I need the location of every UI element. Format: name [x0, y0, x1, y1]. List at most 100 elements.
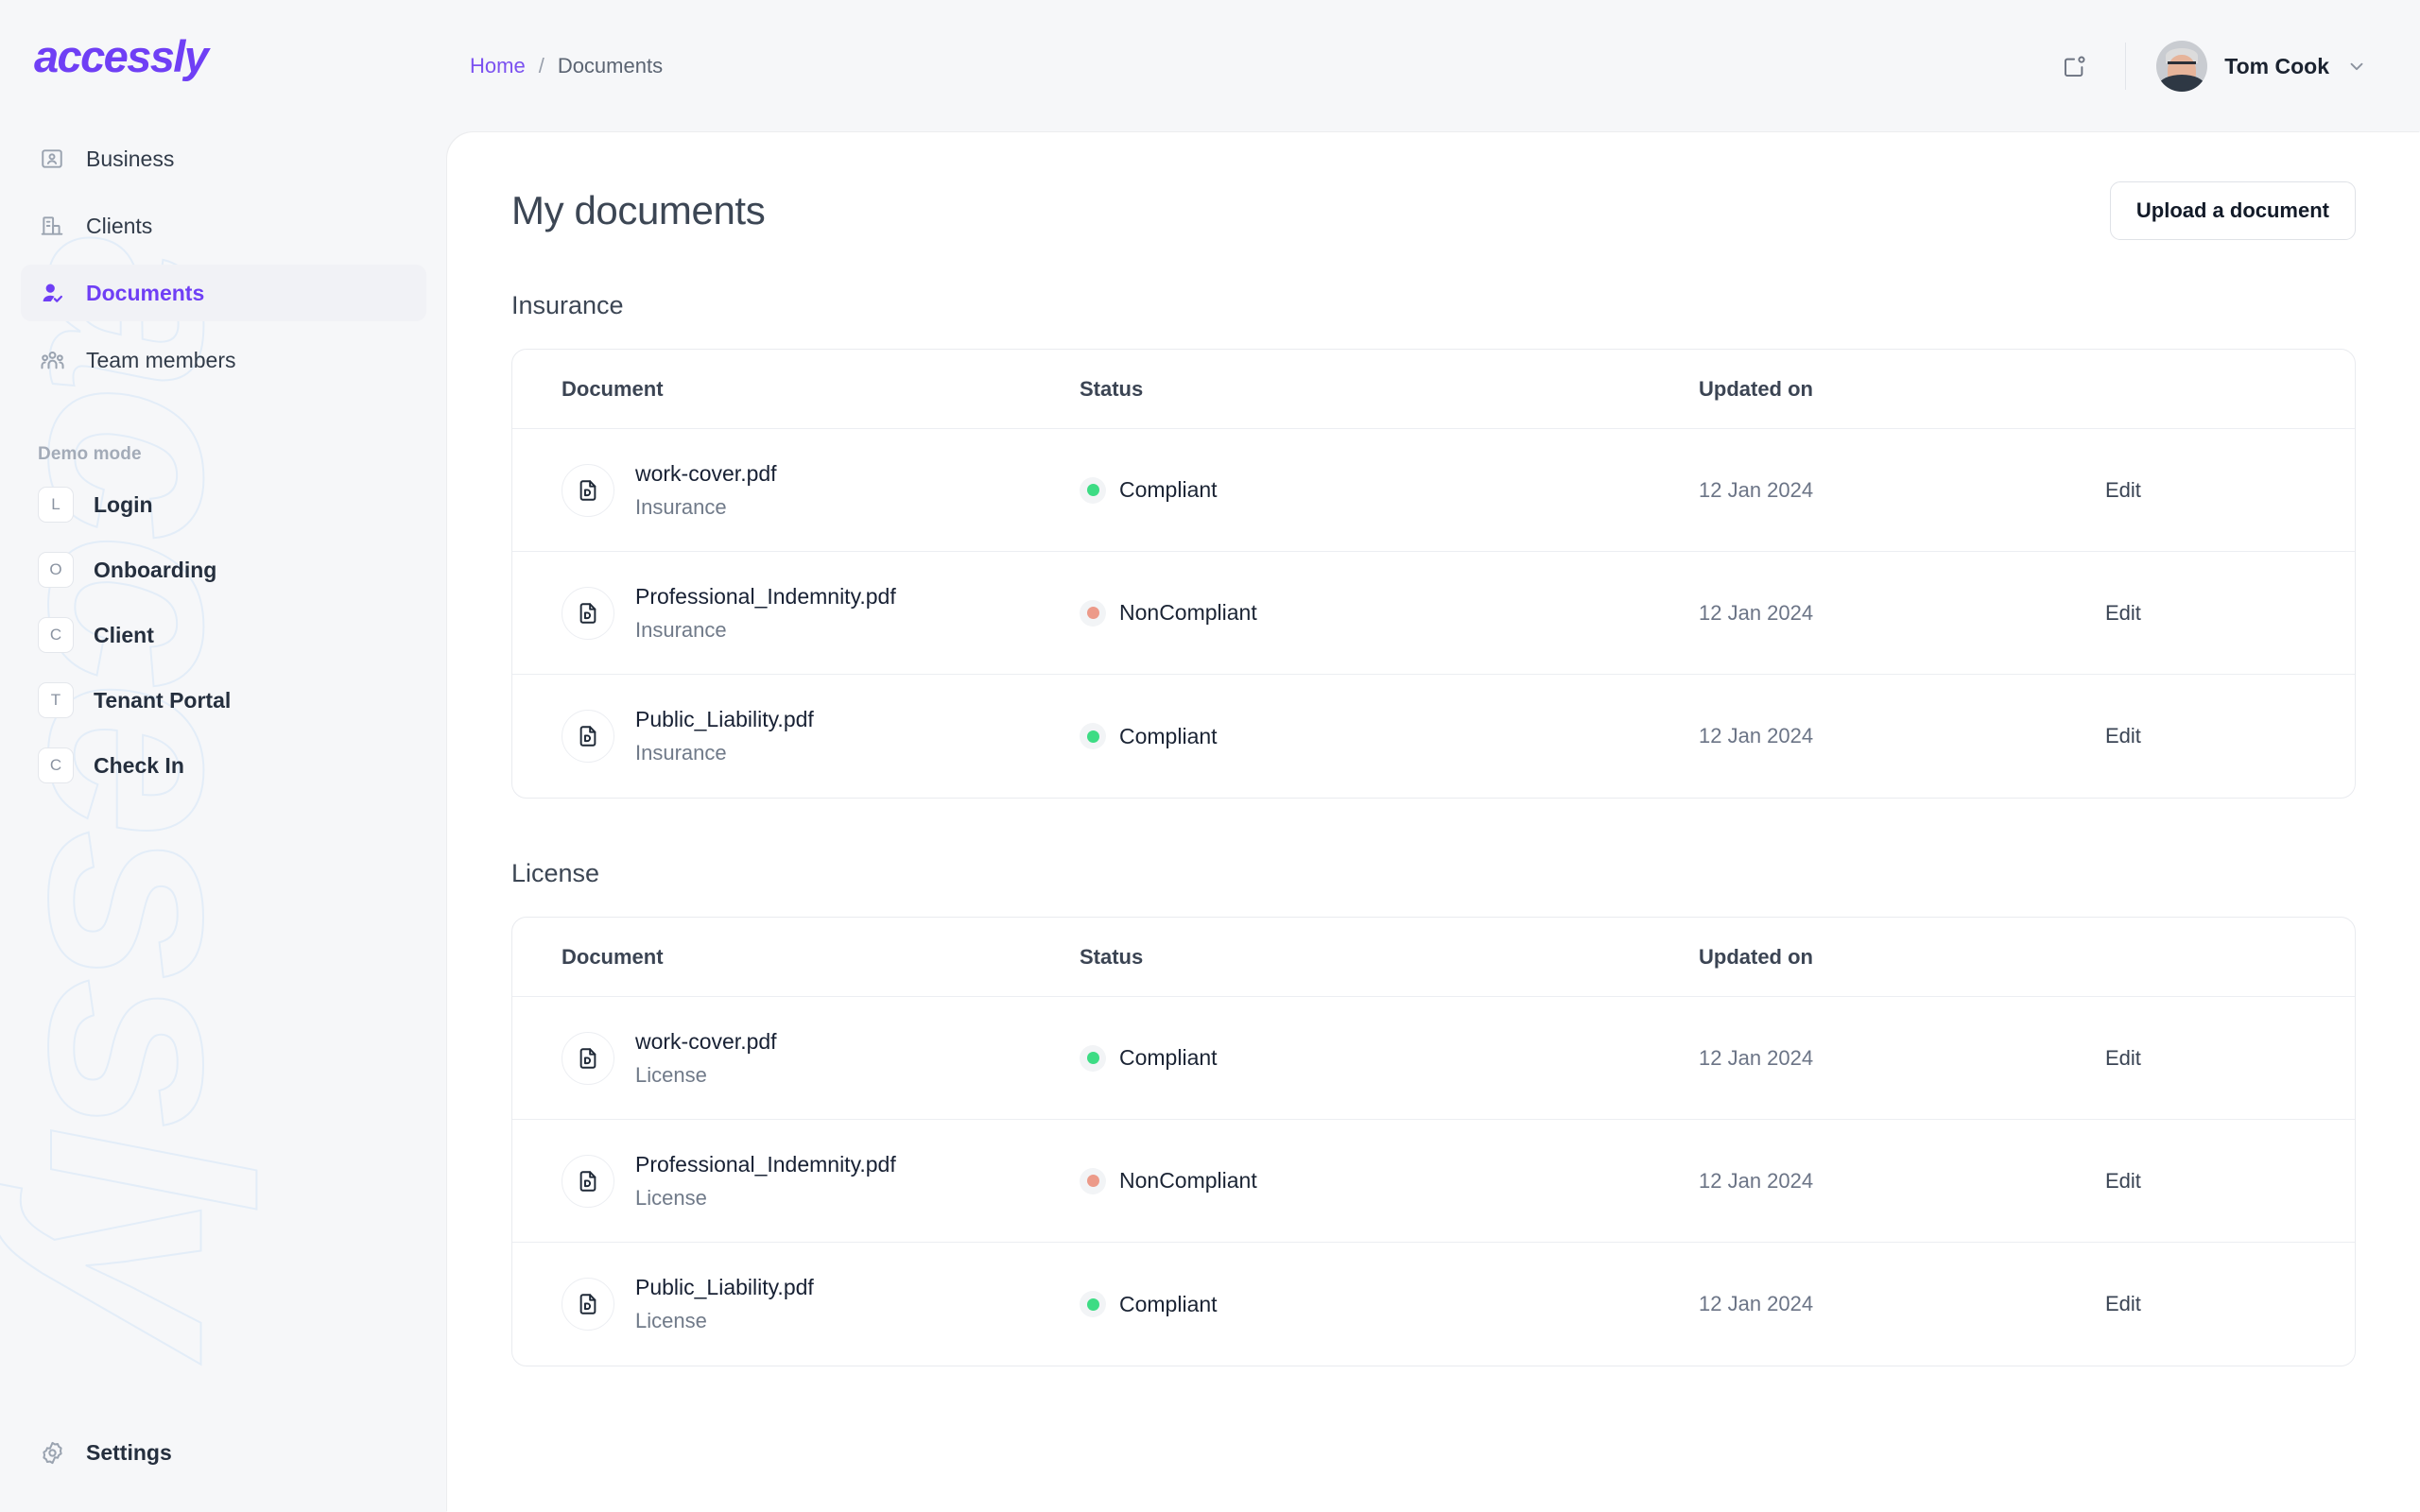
- document-name: Professional_Indemnity.pdf: [635, 584, 896, 610]
- user-menu[interactable]: Tom Cook: [2156, 41, 2367, 92]
- table-row[interactable]: work-cover.pdf License Compliant: [512, 997, 2355, 1120]
- status-badge: Compliant: [1119, 477, 1218, 503]
- document-name: work-cover.pdf: [635, 461, 777, 487]
- document-category: Insurance: [635, 618, 896, 643]
- sidebar-item-label: Documents: [86, 281, 204, 306]
- sidebar: accessly accessly Business: [0, 0, 447, 1512]
- edit-link[interactable]: Edit: [2105, 724, 2141, 747]
- gear-icon: [38, 1438, 66, 1467]
- sidebar-item-team-members[interactable]: Team members: [21, 332, 426, 388]
- user-check-icon: [38, 279, 66, 307]
- status-cell: NonCompliant: [1080, 1168, 1699, 1194]
- status-badge: Compliant: [1119, 1045, 1218, 1071]
- status-badge: NonCompliant: [1119, 1168, 1257, 1194]
- updated-date: 12 Jan 2024: [1699, 1292, 1813, 1315]
- chevron-down-icon: [2346, 56, 2367, 77]
- action-cell: Edit: [2105, 478, 2355, 503]
- document-cell: Public_Liability.pdf Insurance: [512, 707, 1080, 765]
- table-header-row: Document Status Updated on: [512, 350, 2355, 429]
- status-indicator-icon: [1080, 1168, 1106, 1194]
- contact-card-icon: [38, 145, 66, 173]
- breadcrumb-current: Documents: [558, 54, 663, 78]
- edit-link[interactable]: Edit: [2105, 1292, 2141, 1315]
- file-document-icon: [562, 1155, 614, 1208]
- demo-mode-list: L Login O Onboarding C Client T Tenant P…: [0, 478, 447, 804]
- table-row[interactable]: Professional_Indemnity.pdf Insurance Non…: [512, 552, 2355, 675]
- demo-item-tenant-portal[interactable]: T Tenant Portal: [21, 674, 426, 727]
- brand-logo[interactable]: accessly: [0, 0, 447, 91]
- column-header-updated: Updated on: [1699, 377, 2105, 402]
- demo-badge: C: [38, 617, 74, 653]
- sidebar-item-business[interactable]: Business: [21, 130, 426, 187]
- updated-date: 12 Jan 2024: [1699, 1046, 1813, 1070]
- document-name: work-cover.pdf: [635, 1029, 777, 1055]
- edit-link[interactable]: Edit: [2105, 601, 2141, 625]
- updated-cell: 12 Jan 2024: [1699, 601, 2105, 626]
- column-header-status: Status: [1080, 945, 1699, 970]
- demo-badge: O: [38, 552, 74, 588]
- document-name: Public_Liability.pdf: [635, 1275, 814, 1300]
- topbar-divider: [2125, 43, 2126, 90]
- edit-link[interactable]: Edit: [2105, 1046, 2141, 1070]
- column-header-updated: Updated on: [1699, 945, 2105, 970]
- document-category: Insurance: [635, 741, 814, 765]
- sidebar-item-clients[interactable]: Clients: [21, 198, 426, 254]
- sidebar-footer-label: Settings: [86, 1440, 172, 1466]
- user-name: Tom Cook: [2224, 54, 2329, 79]
- table-row[interactable]: Public_Liability.pdf Insurance Compliant: [512, 675, 2355, 798]
- updated-cell: 12 Jan 2024: [1699, 1292, 2105, 1316]
- demo-badge: T: [38, 682, 74, 718]
- main-content: My documents Upload a document Insurance…: [447, 132, 2420, 1512]
- brand-name: accessly: [34, 30, 207, 82]
- updated-date: 12 Jan 2024: [1699, 478, 1813, 502]
- demo-item-label: Onboarding: [94, 558, 216, 583]
- table-row[interactable]: work-cover.pdf Insurance Compliant: [512, 429, 2355, 552]
- right-pane: Home / Documents: [447, 0, 2420, 1512]
- page-title: My documents: [511, 188, 765, 233]
- demo-item-label: Login: [94, 492, 153, 518]
- action-cell: Edit: [2105, 1046, 2355, 1071]
- updated-cell: 12 Jan 2024: [1699, 724, 2105, 748]
- sidebar-item-label: Team members: [86, 348, 235, 373]
- table-row[interactable]: Public_Liability.pdf License Compliant: [512, 1243, 2355, 1366]
- demo-item-label: Check In: [94, 753, 184, 779]
- group-title: Insurance: [511, 291, 2356, 320]
- document-category: License: [635, 1186, 896, 1211]
- status-cell: Compliant: [1080, 1291, 1699, 1317]
- breadcrumb-separator: /: [539, 54, 544, 78]
- demo-mode-label: Demo mode: [38, 444, 447, 465]
- sidebar-item-label: Clients: [86, 214, 152, 239]
- status-cell: Compliant: [1080, 477, 1699, 504]
- action-cell: Edit: [2105, 601, 2355, 626]
- action-cell: Edit: [2105, 1169, 2355, 1194]
- status-cell: NonCompliant: [1080, 600, 1699, 627]
- sidebar-item-documents[interactable]: Documents: [21, 265, 426, 321]
- demo-item-client[interactable]: C Client: [21, 609, 426, 662]
- notification-square-icon[interactable]: [2053, 45, 2095, 87]
- breadcrumb-home[interactable]: Home: [470, 54, 526, 78]
- edit-link[interactable]: Edit: [2105, 478, 2141, 502]
- updated-date: 12 Jan 2024: [1699, 724, 1813, 747]
- upload-a-document-button[interactable]: Upload a document: [2110, 181, 2356, 240]
- topbar-actions: Tom Cook: [2053, 41, 2367, 92]
- demo-item-check-in[interactable]: C Check In: [21, 739, 426, 792]
- updated-cell: 12 Jan 2024: [1699, 1169, 2105, 1194]
- updated-date: 12 Jan 2024: [1699, 601, 1813, 625]
- document-cell: work-cover.pdf Insurance: [512, 461, 1080, 520]
- demo-item-label: Client: [94, 623, 154, 648]
- demo-item-onboarding[interactable]: O Onboarding: [21, 543, 426, 596]
- sidebar-item-settings[interactable]: Settings: [21, 1425, 426, 1480]
- demo-item-login[interactable]: L Login: [21, 478, 426, 531]
- status-badge: Compliant: [1119, 724, 1218, 749]
- sidebar-footer: Settings: [0, 1425, 447, 1512]
- edit-link[interactable]: Edit: [2105, 1169, 2141, 1193]
- table-row[interactable]: Professional_Indemnity.pdf License NonCo…: [512, 1120, 2355, 1243]
- action-cell: Edit: [2105, 724, 2355, 748]
- document-group-insurance: Insurance Document Status Updated on: [511, 291, 2356, 799]
- demo-badge: C: [38, 747, 74, 783]
- document-group-license: License Document Status Updated on: [511, 859, 2356, 1366]
- table-header-row: Document Status Updated on: [512, 918, 2355, 997]
- page-header: My documents Upload a document: [511, 181, 2356, 240]
- document-name: Public_Liability.pdf: [635, 707, 814, 732]
- documents-table: Document Status Updated on: [511, 917, 2356, 1366]
